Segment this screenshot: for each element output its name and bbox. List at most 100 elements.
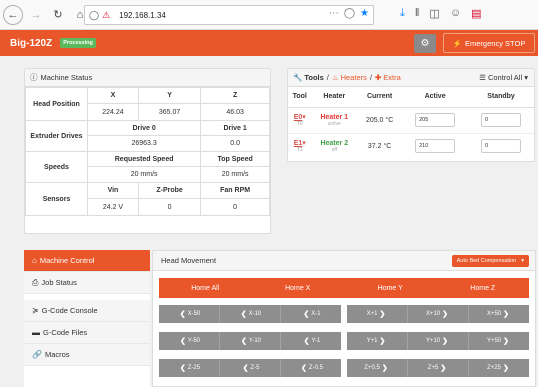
sensor-header: Fan RPM [200, 182, 270, 199]
tool-e0-link[interactable]: E0 [294, 114, 303, 121]
heater-cell[interactable]: Heater 1 active [311, 106, 358, 133]
sidebar-item-macros[interactable]: 🔗 Macros [24, 344, 150, 366]
tool-e1-link[interactable]: E1 [294, 140, 303, 147]
auto-bed-compensation-button[interactable]: Auto Bed Compensation ▾ [451, 255, 529, 267]
gear-icon: ⚙ [420, 38, 430, 49]
sensor-value: 0 [137, 198, 202, 216]
move-y-minus-1-button[interactable]: ❮ Y-1 [281, 332, 341, 350]
chevron-left-icon: ❮ [180, 338, 186, 345]
emergency-stop-button[interactable]: ⚡ Emergency STOP [443, 33, 535, 53]
standby-temp-input[interactable]: 0 [481, 113, 522, 127]
move-x-plus-10-button[interactable]: X+10 ❯ [408, 305, 469, 323]
forward-icon[interactable]: → [27, 6, 45, 24]
tools-col-header: Tool [288, 87, 312, 108]
move-z-minus-0.5-button[interactable]: ❮ Z-0.5 [281, 359, 341, 377]
browser-toolbar: ← → ↻ ⌂ ◯ ⚠ 192.168.1.34 ⋯ ◯ ★ ⤓ ‖ ◫ ☺ ▤ [0, 0, 538, 30]
move-x-minus-1-button[interactable]: ❮ X-1 [281, 305, 341, 323]
move-label: X+1 [366, 311, 378, 317]
move-z-minus-25-button[interactable]: ❮ Z-25 [159, 359, 220, 377]
chevron-right-icon: ❯ [440, 365, 447, 372]
heater-name[interactable]: Heater 2 [320, 140, 348, 147]
move-y-minus-10-button[interactable]: ❮ Y-10 [220, 332, 281, 350]
sidebar-item-gcode-files[interactable]: ▬ G-Code Files [24, 322, 150, 344]
tools-panel: 🔧 Tools / ♨ Heaters / ✚ Extra ☰ Control … [287, 68, 535, 162]
heaters-tab[interactable]: Heaters [341, 73, 367, 82]
move-z-plus-0.5-button[interactable]: Z+0.5 ❯ [347, 359, 408, 377]
move-x-minus-10-button[interactable]: ❮ X-10 [220, 305, 281, 323]
url-bar[interactable]: ◯ ⚠ 192.168.1.34 ⋯ ◯ ★ [84, 5, 374, 25]
tool-cell[interactable]: E0▾ T0 [288, 106, 312, 133]
extra-tab[interactable]: Extra [383, 73, 401, 82]
insecure-lock-icon[interactable]: ⚠ [102, 10, 110, 21]
heater-cell[interactable]: Heater 2 off [311, 132, 358, 159]
machine-status-table: Head Position X Y Z 224.24 365.07 46.03 … [25, 87, 270, 216]
pocket-icon[interactable]: ◯ [344, 8, 355, 19]
sidebar-item-label: G-Code Console [41, 306, 98, 315]
move-x-plus-50-button[interactable]: X+50 ❯ [469, 305, 529, 323]
fire-icon: ♨ [331, 73, 339, 82]
account-icon[interactable]: ☺ [450, 7, 461, 20]
chevron-left-icon: ❮ [301, 365, 307, 372]
move-label: Y+10 [425, 338, 441, 344]
move-y-plus-50-button[interactable]: Y+50 ❯ [469, 332, 529, 350]
url-text[interactable]: 192.168.1.34 [119, 11, 166, 20]
sidebar: ⌂ Machine Control ⎙ Job Status ≽ G-Code … [24, 250, 150, 387]
move-label: Y+1 [366, 338, 378, 344]
library-icon[interactable]: ‖ [415, 7, 420, 20]
sidebar-item-machine-control[interactable]: ⌂ Machine Control [24, 250, 150, 272]
download-icon[interactable]: ⤓ [400, 7, 405, 20]
sidebar-icon[interactable]: ◫ [429, 7, 439, 20]
brand-name[interactable]: Big-120Z [10, 38, 52, 49]
tool-cell[interactable]: E1▾ T1 [288, 132, 312, 159]
current-temp: 205.0 °C [357, 106, 403, 133]
control-all-dropdown[interactable]: ☰ Control All ▾ [479, 73, 528, 82]
move-label: X+10 [425, 311, 441, 317]
speed-value: 20 mm/s [86, 166, 202, 183]
auto-bed-label: Auto Bed Compensation [456, 258, 517, 264]
sensor-value: 0 [200, 198, 270, 216]
sensors-label: Sensors [25, 182, 88, 216]
move-z-minus-5-button[interactable]: ❮ Z-5 [220, 359, 281, 377]
move-z-plus-5-button[interactable]: Z+5 ❯ [408, 359, 469, 377]
status-badge: Processing [60, 38, 96, 48]
settings-button[interactable]: ⚙ [414, 34, 436, 53]
sensor-header: Vin [87, 182, 139, 199]
sidebar-item-gcode-console[interactable]: ≽ G-Code Console [24, 300, 150, 322]
wrench-icon: 🔧 [293, 73, 303, 82]
tools-tab[interactable]: Tools [304, 73, 323, 82]
move-y-plus-1-button[interactable]: Y+1 ❯ [347, 332, 408, 350]
reload-icon[interactable]: ↻ [49, 6, 67, 24]
move-label: X-50 [187, 311, 201, 317]
home-buttons: Home All Home X Home Y Home Z [159, 278, 529, 298]
move-x-plus-1-button[interactable]: X+1 ❯ [347, 305, 408, 323]
home-x-button[interactable]: Home X [252, 278, 345, 298]
active-temp-input[interactable]: 210 [415, 139, 456, 154]
move-y-plus-10-button[interactable]: Y+10 ❯ [408, 332, 469, 350]
home-all-button[interactable]: Home All [159, 278, 252, 298]
axis-header: Z [200, 87, 270, 104]
home-z-button[interactable]: Home Z [437, 278, 530, 298]
home-y-button[interactable]: Home Y [344, 278, 437, 298]
speed-value: 20 mm/s [200, 166, 270, 183]
move-z-plus-25-button[interactable]: Z+25 ❯ [469, 359, 529, 377]
bookmark-star-icon[interactable]: ★ [360, 8, 369, 19]
caret-down-icon: ▾ [302, 114, 306, 121]
move-y-minus-50-button[interactable]: ❮ Y-50 [159, 332, 220, 350]
more-icon[interactable]: ⋯ [329, 8, 339, 19]
sidebar-item-job-status[interactable]: ⎙ Job Status [24, 272, 150, 294]
move-x-minus-50-button[interactable]: ❮ X-50 [159, 305, 220, 323]
pocket-save-icon[interactable]: ▤ [471, 7, 481, 20]
lightning-icon: ⚡ [452, 38, 463, 48]
heater-state: active [327, 120, 341, 127]
chevron-left-icon: ❮ [179, 311, 186, 318]
active-temp-input[interactable]: 205 [415, 113, 456, 127]
sensor-value: 24.2 V [87, 198, 139, 216]
sensor-header: Z-Probe [137, 182, 202, 199]
table-row: E1▾ T1 Heater 2 off 37.2 °C 210 0 [288, 132, 534, 159]
back-icon[interactable]: ← [3, 4, 23, 25]
chevron-left-icon: ❮ [179, 365, 186, 372]
standby-temp-input[interactable]: 0 [481, 139, 522, 154]
y-move-row: ❮ Y-50 ❮ Y-10 ❮ Y-1 Y+1 ❯ Y+10 ❯ Y+50 ❯ [159, 332, 529, 350]
heater-name[interactable]: Heater 1 [320, 114, 348, 121]
extruder-drives-label: Extruder Drives [25, 120, 88, 152]
